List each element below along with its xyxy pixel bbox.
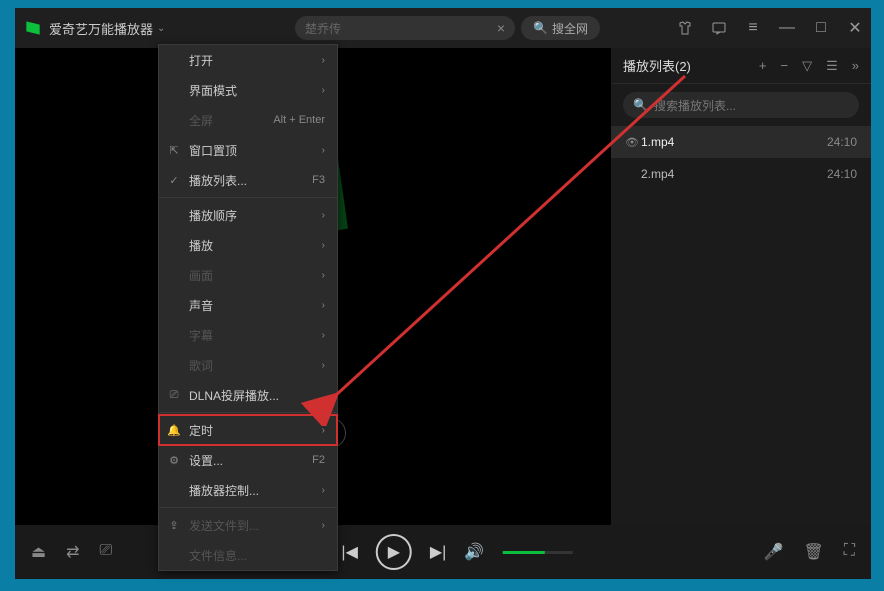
playlist-item[interactable]: 2.mp4 24:10 bbox=[611, 158, 871, 190]
bottombar: ⏏ ⇄ ⎚ ■ |◀ ▶ ▶| 🔊 🎤 🗑 ⛶ bbox=[15, 525, 871, 579]
playlist-title: 播放列表(2) bbox=[623, 56, 691, 75]
playlist-remove-icon[interactable]: − bbox=[781, 58, 789, 74]
playlist-filter-icon[interactable]: ▽ bbox=[802, 58, 812, 74]
search-input[interactable]: 楚乔传 × bbox=[295, 16, 515, 40]
search-icon: 🔍 bbox=[533, 21, 548, 35]
bell-icon: 🔔 bbox=[167, 424, 181, 437]
next-icon[interactable]: ▶| bbox=[430, 542, 446, 562]
prev-icon[interactable]: |◀ bbox=[341, 542, 357, 562]
eye-icon: 👁 bbox=[625, 136, 641, 149]
menu-file-info[interactable]: 文件信息... bbox=[159, 540, 337, 570]
menu-settings[interactable]: ⚙设置...F2 bbox=[159, 445, 337, 475]
volume-icon[interactable]: 🔊 bbox=[464, 542, 484, 562]
gear-icon: ⚙ bbox=[167, 454, 181, 467]
menu-audio[interactable]: 声音› bbox=[159, 290, 337, 320]
menu-player-ctrl[interactable]: 播放器控制...› bbox=[159, 475, 337, 505]
menu-subtitle[interactable]: 字幕› bbox=[159, 320, 337, 350]
playlist-panel: 播放列表(2) + − ▽ ☰ » 🔍 搜索播放列表... 👁 1.mp4 24… bbox=[611, 48, 871, 525]
clear-icon[interactable]: × bbox=[497, 20, 505, 36]
app-logo-icon bbox=[23, 18, 43, 38]
menu-dlna[interactable]: ⎚DLNA投屏播放... bbox=[159, 380, 337, 410]
playlist-collapse-icon[interactable]: » bbox=[852, 58, 859, 74]
fullscreen-icon[interactable]: ⛶ bbox=[844, 542, 855, 562]
menu-play[interactable]: 播放› bbox=[159, 230, 337, 260]
menu-lyrics[interactable]: 歌词› bbox=[159, 350, 337, 380]
app-title: 爱奇艺万能播放器 bbox=[49, 19, 153, 38]
search-web-button[interactable]: 🔍 搜全网 bbox=[521, 16, 600, 40]
playlist-list-icon[interactable]: ☰ bbox=[826, 58, 838, 74]
check-icon: ✓ bbox=[167, 174, 181, 187]
title-actions: ≡ — □ ✕ bbox=[677, 20, 863, 36]
playlist-item[interactable]: 👁 1.mp4 24:10 bbox=[611, 126, 871, 158]
chat-icon[interactable] bbox=[711, 20, 727, 36]
eject-icon[interactable]: ⏏ bbox=[31, 542, 46, 562]
playlist-header: 播放列表(2) + − ▽ ☰ » bbox=[611, 48, 871, 84]
monitor-icon[interactable]: ⎚ bbox=[100, 542, 113, 562]
menu-timer[interactable]: 🔔定时› bbox=[159, 415, 337, 445]
playlist-add-icon[interactable]: + bbox=[759, 58, 767, 74]
menu-fullscreen[interactable]: 全屏Alt + Enter bbox=[159, 105, 337, 135]
content-area: 艺 放 器 ⌄ 播放列表(2) + − ▽ ☰ » 🔍 搜 bbox=[15, 48, 871, 525]
titlebar: 爱奇艺万能播放器 ⌄ 楚乔传 × 🔍 搜全网 ≡ — □ ✕ bbox=[15, 8, 871, 48]
cast-icon: ⎚ bbox=[167, 389, 181, 402]
shirt-icon[interactable] bbox=[677, 20, 693, 36]
menu-icon[interactable]: ≡ bbox=[745, 20, 761, 36]
menu-always-top[interactable]: ⇱窗口置顶› bbox=[159, 135, 337, 165]
menu-picture[interactable]: 画面› bbox=[159, 260, 337, 290]
context-menu: 打开› 界面模式› 全屏Alt + Enter ⇱窗口置顶› ✓播放列表...F… bbox=[158, 44, 338, 571]
app-window: 爱奇艺万能播放器 ⌄ 楚乔传 × 🔍 搜全网 ≡ — □ ✕ 艺 bbox=[15, 8, 871, 579]
search-icon: 🔍 bbox=[633, 98, 648, 112]
volume-slider[interactable] bbox=[502, 551, 572, 554]
search-area: 楚乔传 × 🔍 搜全网 bbox=[295, 16, 600, 40]
loop-icon[interactable]: ⇄ bbox=[66, 542, 79, 562]
playlist-search-input[interactable]: 🔍 搜索播放列表... bbox=[623, 92, 859, 118]
title-dropdown-icon[interactable]: ⌄ bbox=[157, 23, 165, 34]
play-button[interactable]: ▶ bbox=[376, 534, 412, 570]
menu-play-order[interactable]: 播放顺序› bbox=[159, 200, 337, 230]
delete-icon[interactable]: 🗑 bbox=[803, 542, 823, 562]
pin-icon: ⇱ bbox=[167, 144, 181, 157]
minimize-icon[interactable]: — bbox=[779, 20, 795, 36]
close-icon[interactable]: ✕ bbox=[847, 20, 863, 36]
mic-icon[interactable]: 🎤 bbox=[764, 542, 784, 562]
menu-ui-mode[interactable]: 界面模式› bbox=[159, 75, 337, 105]
menu-open[interactable]: 打开› bbox=[159, 45, 337, 75]
playlist-items: 👁 1.mp4 24:10 2.mp4 24:10 bbox=[611, 126, 871, 525]
share-icon: ⇪ bbox=[167, 519, 181, 532]
maximize-icon[interactable]: □ bbox=[813, 20, 829, 36]
menu-send-file[interactable]: ⇪发送文件到...› bbox=[159, 510, 337, 540]
menu-playlist[interactable]: ✓播放列表...F3 bbox=[159, 165, 337, 195]
